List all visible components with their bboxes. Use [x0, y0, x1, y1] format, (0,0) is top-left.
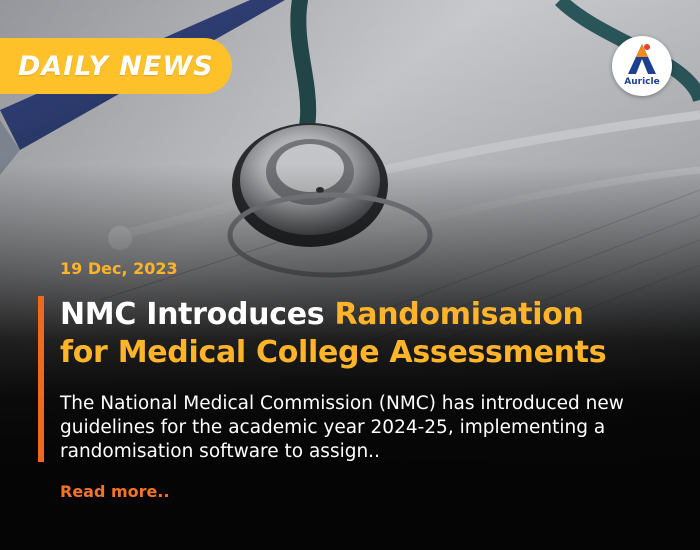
article-date: 19 Dec, 2023	[60, 259, 178, 278]
logo-wordmark: Auricle	[624, 77, 660, 87]
read-more-link[interactable]: Read more..	[60, 482, 170, 501]
auricle-a-icon	[628, 44, 656, 74]
headline-plain: NMC Introduces	[60, 297, 335, 332]
headline-highlight-2: for Medical College Assessments	[60, 335, 607, 370]
headline-highlight-1: Randomisation	[334, 297, 584, 332]
badge-label: DAILY NEWS	[18, 50, 214, 82]
accent-bar	[38, 296, 44, 462]
auricle-logo[interactable]: Auricle	[612, 36, 672, 96]
news-card: DAILY NEWS Auricle 19 Dec, 2023 NMC Intr…	[0, 0, 700, 550]
daily-news-badge: DAILY NEWS	[0, 38, 232, 94]
article-summary: The National Medical Commission (NMC) ha…	[60, 393, 624, 462]
article-headline: NMC Introduces Randomisation for Medical …	[60, 296, 690, 372]
